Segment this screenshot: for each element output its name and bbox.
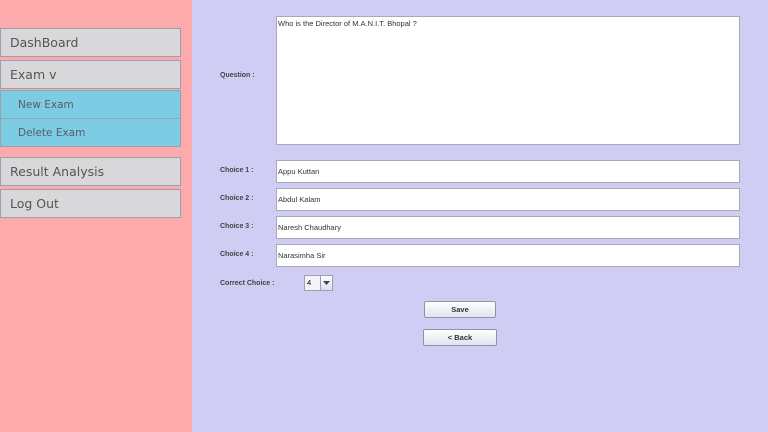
save-button[interactable]: Save: [424, 301, 496, 318]
correct-choice-select[interactable]: 4: [304, 275, 333, 291]
sidebar: DashBoard Exam v New Exam Delete Exam Re…: [0, 0, 192, 432]
exam-menu-button[interactable]: Exam v: [0, 60, 181, 89]
dashboard-button[interactable]: DashBoard: [0, 28, 181, 57]
choice-4-label: Choice 4 :: [220, 251, 254, 258]
choice-3-label: Choice 3 :: [220, 223, 254, 230]
choice-1-input[interactable]: Appu Kuttan: [276, 160, 740, 183]
result-analysis-button[interactable]: Result Analysis: [0, 157, 181, 186]
new-exam-button[interactable]: New Exam: [0, 90, 181, 119]
choice-4-input[interactable]: Narasimha Sir: [276, 244, 740, 267]
choice-2-label: Choice 2 :: [220, 195, 254, 202]
back-button[interactable]: < Back: [423, 329, 497, 346]
correct-choice-value: 4: [307, 278, 312, 287]
chevron-down-icon[interactable]: [320, 276, 332, 290]
correct-choice-label: Correct Choice :: [220, 280, 275, 287]
choice-1-label: Choice 1 :: [220, 167, 254, 174]
question-textarea[interactable]: Who is the Director of M.A.N.I.T. Bhopal…: [276, 16, 740, 145]
choice-2-input[interactable]: Abdul Kalam: [276, 188, 740, 211]
choice-3-input[interactable]: Naresh Chaudhary: [276, 216, 740, 239]
logout-button[interactable]: Log Out: [0, 189, 181, 218]
delete-exam-button[interactable]: Delete Exam: [0, 118, 181, 147]
question-label: Question :: [220, 72, 255, 79]
